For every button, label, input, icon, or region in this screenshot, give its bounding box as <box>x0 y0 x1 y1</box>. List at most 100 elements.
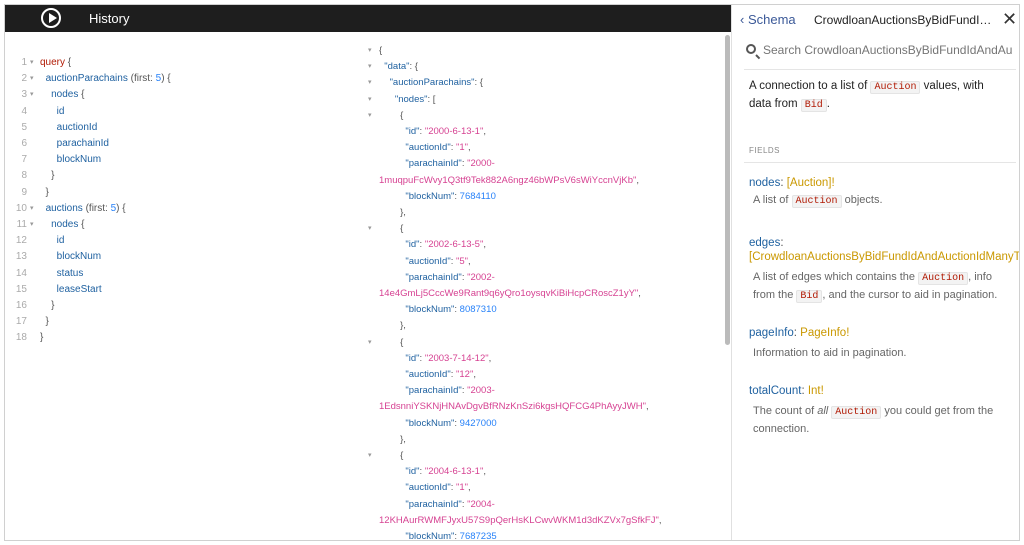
fold-toggle-icon[interactable]: ▾ <box>368 336 372 349</box>
doc-type-title: CrowdloanAuctionsByBidFundIdAn... <box>814 13 994 27</box>
close-icon[interactable]: ✕ <box>1002 9 1017 30</box>
code-token: auctions <box>45 202 83 214</box>
query-line[interactable]: } <box>40 169 54 183</box>
fold-toggle-icon[interactable]: ▾ <box>30 88 34 102</box>
result-line: "blockNum": 9427000 <box>379 417 497 430</box>
query-line[interactable]: leaseStart <box>40 283 102 297</box>
type-link[interactable]: Bid <box>796 290 823 303</box>
json-token: "auctionId" <box>405 142 451 154</box>
json-token: 9427000 <box>459 417 497 429</box>
doc-search-input[interactable] <box>763 41 1018 59</box>
fold-toggle-icon[interactable]: ▾ <box>30 56 34 70</box>
json-token: 14e4GmLj5CccWe9Rant9q6yQro1oysqvKiBiHcpC… <box>379 288 639 299</box>
result-line: "id": "2004-6-13-1", <box>379 465 486 478</box>
result-line: { <box>379 222 403 235</box>
query-line[interactable]: parachainId <box>40 137 109 151</box>
query-line[interactable]: } <box>40 299 54 313</box>
query-line[interactable]: auctionParachains (first: 5) { <box>40 72 171 86</box>
json-token: 8087310 <box>459 304 497 316</box>
field-type-link[interactable]: [Auction]! <box>787 177 835 189</box>
line-number: 4 <box>21 105 27 117</box>
type-link[interactable]: Auction <box>791 195 842 208</box>
code-token: (first: <box>82 202 111 214</box>
field-name-link[interactable]: edges <box>749 237 780 249</box>
result-line: "id": "2003-7-14-12", <box>379 352 491 365</box>
fold-toggle-icon[interactable]: ▾ <box>368 222 372 235</box>
json-token: "data" <box>384 61 410 73</box>
query-line[interactable]: auctions (first: 5) { <box>40 202 126 216</box>
json-token: { <box>379 223 404 235</box>
code-token: auctionId <box>56 121 98 133</box>
field-type-link[interactable]: [CrowdloanAuctionsByBidFundIdAndAuctionI… <box>749 251 1019 263</box>
result-line: "parachainId": "2002- <box>379 271 494 284</box>
fold-toggle-icon[interactable]: ▾ <box>30 218 34 232</box>
query-line[interactable]: } <box>40 315 49 329</box>
result-line: "parachainId": "2003- <box>379 384 494 397</box>
field-name-link[interactable]: totalCount <box>749 385 801 397</box>
result-line: { <box>379 336 403 349</box>
field-type-link[interactable]: Int! <box>808 385 824 397</box>
json-token: 7684110 <box>459 190 496 202</box>
query-line[interactable]: auctionId <box>40 121 98 135</box>
query-line[interactable]: blockNum <box>40 153 101 167</box>
query-editor[interactable]: 1 ▾ query {2 ▾ auctionParachains (first: 5)… <box>5 32 364 540</box>
result-scrollbar[interactable] <box>725 35 730 345</box>
query-line[interactable]: id <box>40 105 65 119</box>
code-token: ) { <box>161 73 171 85</box>
query-line[interactable]: query { <box>40 56 71 70</box>
code-token: status <box>56 267 84 279</box>
fold-toggle-icon[interactable]: ▾ <box>368 109 372 122</box>
code-token: } <box>40 170 55 182</box>
query-line[interactable]: status <box>40 267 84 281</box>
line-number: 2 <box>21 73 27 85</box>
json-token: , <box>483 466 486 478</box>
fold-toggle-icon[interactable]: ▾ <box>30 202 34 216</box>
json-token: "blockNum" <box>405 304 455 316</box>
json-token: 1EdsnniYSKNjHNAvDgvBfRNzKnSzi6kgsHQFCG4P… <box>379 401 646 413</box>
type-link[interactable]: Auction <box>831 406 882 419</box>
result-line: "blockNum": 8087310 <box>379 303 497 316</box>
query-line[interactable]: id <box>40 234 65 248</box>
json-token: , <box>483 239 486 251</box>
line-number: 13 <box>15 251 27 263</box>
fold-toggle-icon[interactable]: ▾ <box>368 60 372 73</box>
line-number: 15 <box>15 283 27 295</box>
fold-toggle-icon[interactable]: ▾ <box>368 76 372 89</box>
json-token: "id" <box>405 239 420 251</box>
json-token: , <box>638 288 641 299</box>
execute-query-button[interactable] <box>41 8 61 28</box>
field-name-link[interactable]: nodes <box>749 177 780 189</box>
field-name-link[interactable]: pageInfo <box>749 327 794 339</box>
field-type-link[interactable]: PageInfo! <box>800 327 849 339</box>
query-line[interactable]: nodes { <box>40 218 84 232</box>
field-description: A list of Auction objects. <box>753 192 1015 210</box>
desc-text: A list of edges which contains the <box>753 271 919 283</box>
history-button[interactable]: History <box>89 11 129 26</box>
desc-text: all <box>817 405 829 417</box>
result-line: "blockNum": 7687235 <box>379 530 496 540</box>
field-description: The count of all Auction you could get f… <box>753 403 1015 438</box>
bid-type-link[interactable]: Bid <box>800 99 827 112</box>
fold-toggle-icon[interactable]: ▾ <box>30 72 34 86</box>
auction-type-link[interactable]: Auction <box>870 81 921 94</box>
fields-heading: FIELDS <box>749 146 781 155</box>
query-line[interactable]: } <box>40 186 49 200</box>
query-line[interactable]: nodes { <box>40 88 84 102</box>
type-link[interactable]: Auction <box>918 272 969 285</box>
json-token: , <box>468 255 471 267</box>
fold-toggle-icon[interactable]: ▾ <box>368 449 372 462</box>
query-line[interactable]: } <box>40 331 43 345</box>
fold-toggle-icon[interactable]: ▾ <box>368 93 372 106</box>
fold-toggle-icon[interactable]: ▾ <box>368 44 372 57</box>
back-to-schema-link[interactable]: ‹ Schema <box>740 12 796 27</box>
query-line[interactable]: blockNum <box>40 250 101 264</box>
result-line: }, <box>379 206 406 219</box>
